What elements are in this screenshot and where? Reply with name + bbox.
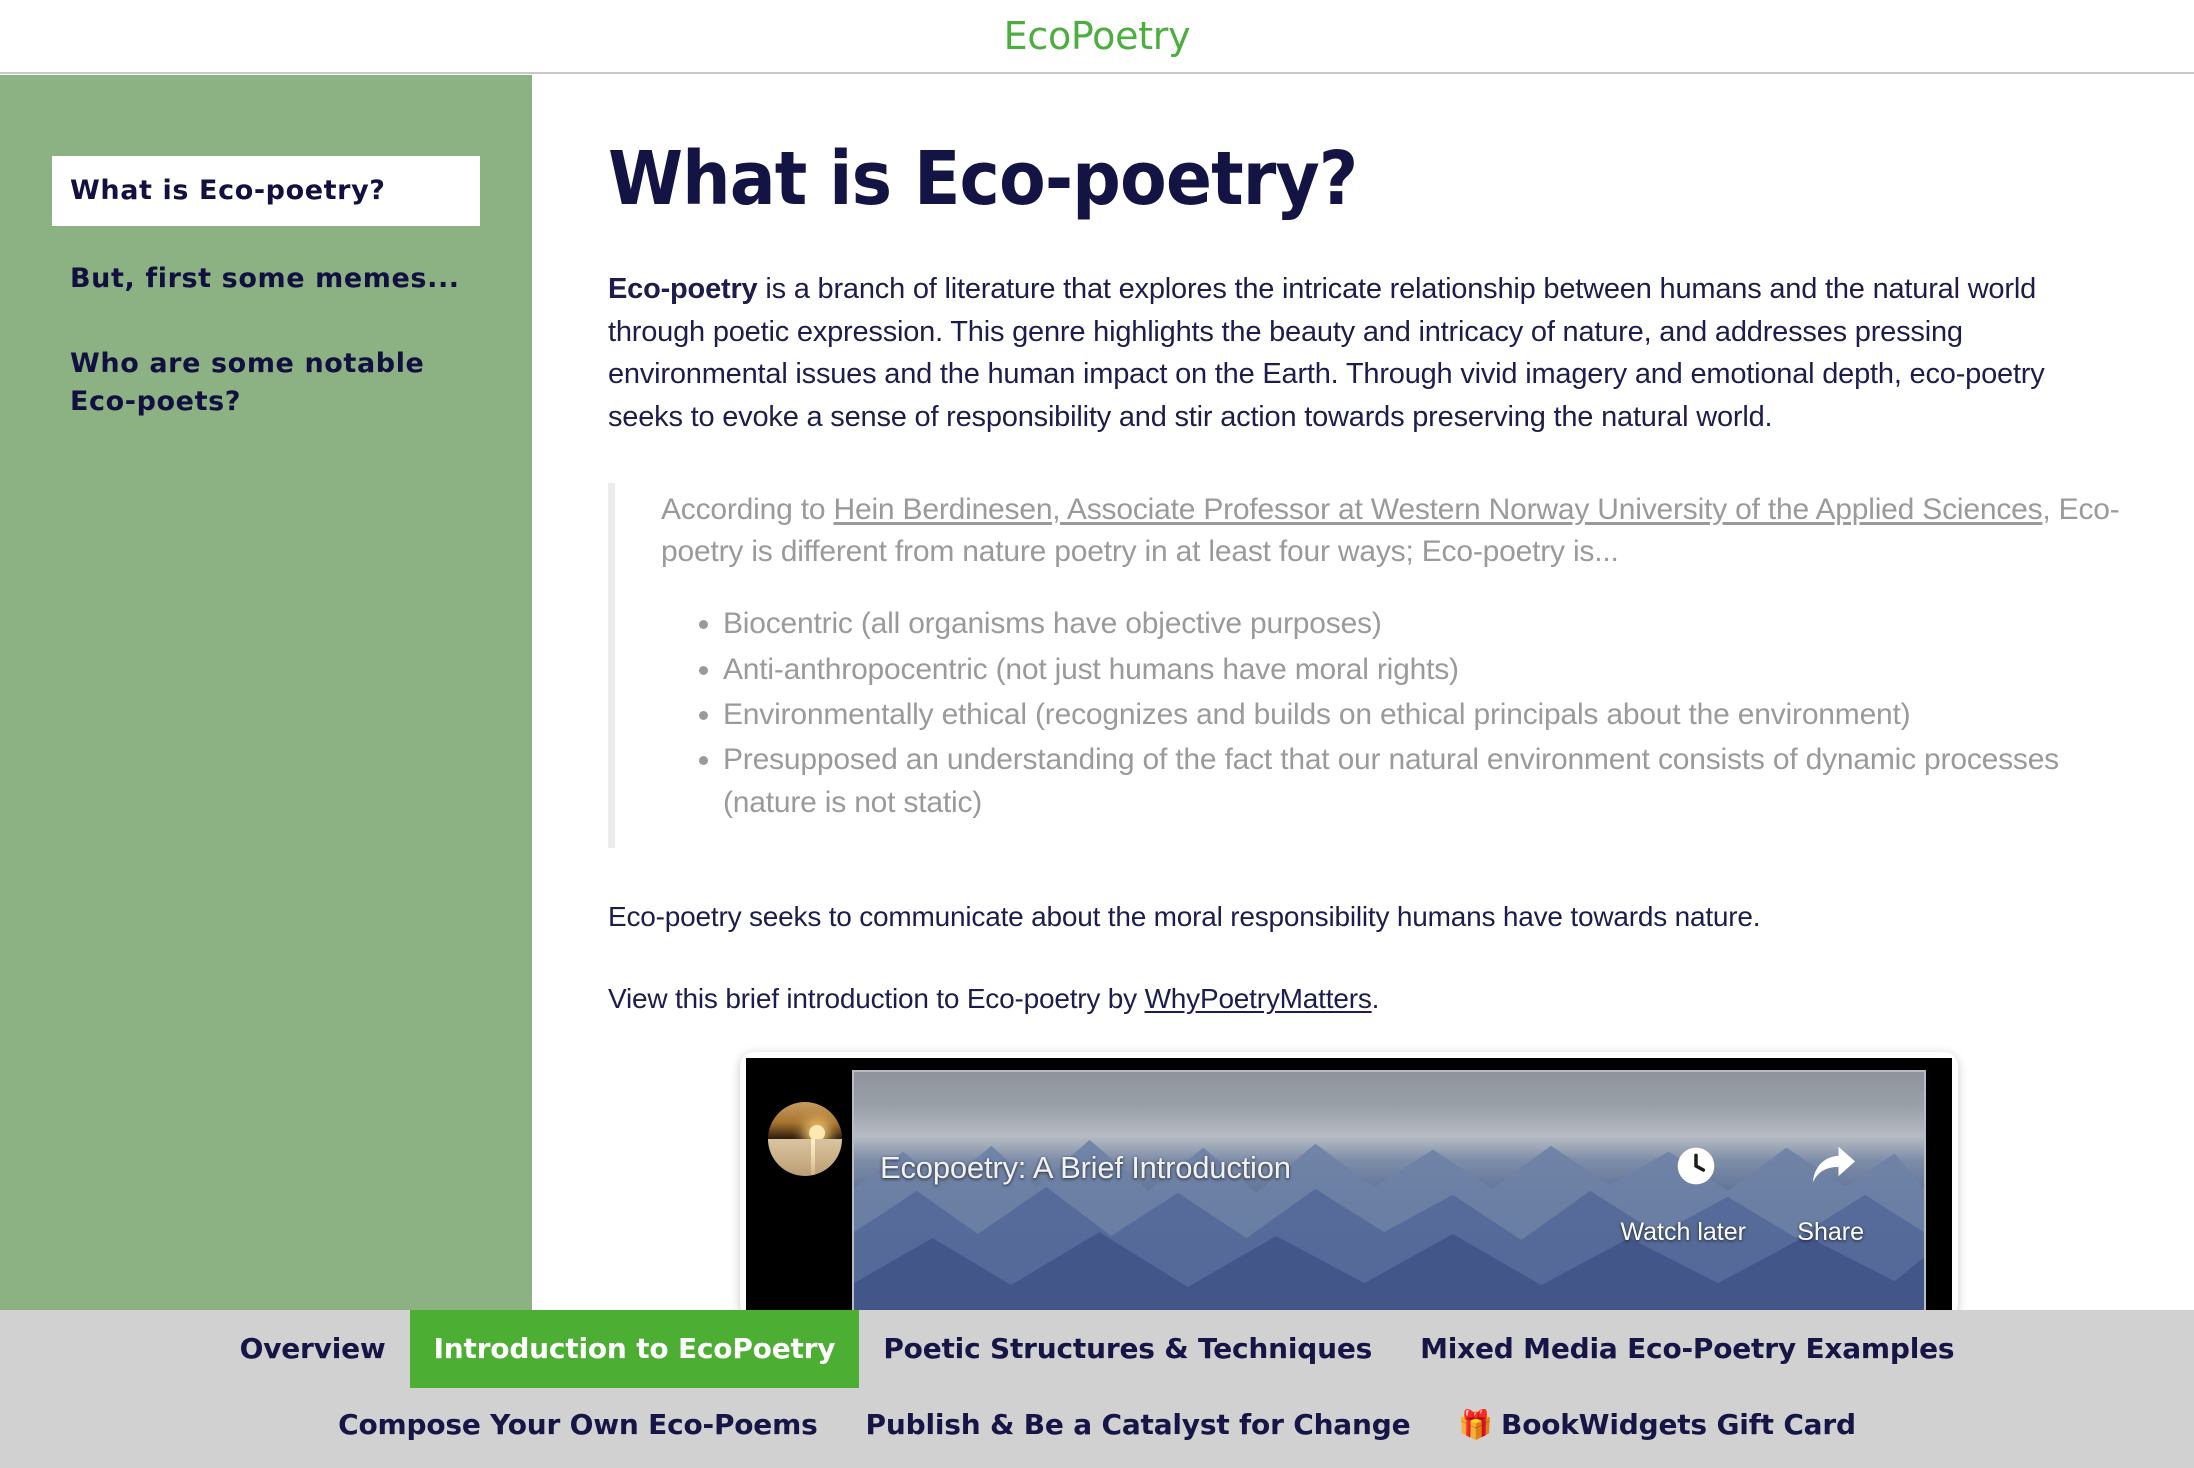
video-player[interactable]: Ecopoetry: A Brief Introduction Watch la…: [746, 1058, 1952, 1310]
list-item: Presupposed an understanding of the fact…: [723, 738, 2122, 824]
whypoetrymatters-link[interactable]: WhyPoetryMatters: [1145, 983, 1372, 1014]
sidebar-item-label: Who are some notable Eco-poets?: [70, 347, 425, 417]
sidebar-item-what-is-eco-poetry[interactable]: What is Eco-poetry?: [52, 156, 480, 227]
blockquote-berdinesen: According to Hein Berdinesen, Associate …: [608, 482, 2122, 849]
intro-paragraph: Eco-poetry is a branch of literature tha…: [608, 268, 2122, 439]
video-title: Ecopoetry: A Brief Introduction: [880, 1150, 1291, 1186]
quote-paragraph: According to Hein Berdinesen, Associate …: [661, 489, 2122, 575]
tab-row-primary: Overview Introduction to EcoPoetry Poeti…: [0, 1310, 2194, 1388]
intro-lead-term: Eco-poetry: [608, 273, 758, 306]
tab-mixed-media-examples[interactable]: Mixed Media Eco-Poetry Examples: [1396, 1310, 1978, 1388]
app-title: EcoPoetry: [1003, 14, 1191, 58]
app-header: EcoPoetry: [0, 0, 2194, 74]
quote-source-link[interactable]: Hein Berdinesen, Associate Professor at …: [834, 493, 2043, 526]
avatar-sun-reflection: [810, 1139, 815, 1177]
tab-poetic-structures-techniques[interactable]: Poetic Structures & Techniques: [859, 1310, 1396, 1388]
list-item: Anti-anthropocentric (not just humans ha…: [723, 648, 2122, 691]
list-item: Biocentric (all organisms have objective…: [723, 602, 2122, 645]
video-intro-suffix: .: [1371, 983, 1380, 1015]
gift-icon: 🎁: [1458, 1408, 1494, 1441]
page-title: What is Eco-poetry?: [608, 136, 1358, 222]
quote-bullet-list: Biocentric (all organisms have objective…: [661, 602, 2122, 824]
tab-overview[interactable]: Overview: [216, 1310, 410, 1388]
avatar-sky: [768, 1102, 842, 1140]
tab-introduction-to-ecopoetry[interactable]: Introduction to EcoPoetry: [409, 1310, 860, 1388]
sidebar-item-label: But, first some memes...: [70, 263, 460, 295]
watch-later-label[interactable]: Watch later: [1620, 1218, 1746, 1247]
closing-paragraph: Eco-poetry seeks to communicate about th…: [608, 901, 1761, 933]
sidebar-item-label: What is Eco-poetry?: [70, 175, 386, 206]
sidebar-item-memes[interactable]: But, first some memes...: [52, 244, 480, 314]
tab-publish-be-a-catalyst[interactable]: Publish & Be a Catalyst for Change: [842, 1388, 1435, 1462]
channel-avatar-icon: [768, 1102, 842, 1177]
watch-later-clock-icon[interactable]: [1674, 1144, 1718, 1188]
video-thumbnail: Ecopoetry: A Brief Introduction Watch la…: [852, 1070, 1926, 1310]
tab-compose-your-own-eco-poems[interactable]: Compose Your Own Eco-Poems: [314, 1388, 841, 1462]
tab-row-secondary: Compose Your Own Eco-Poems Publish & Be …: [0, 1388, 2194, 1462]
tab-bookwidgets-gift-card-label: BookWidgets Gift Card: [1501, 1408, 1856, 1441]
bottom-tab-bar: Overview Introduction to EcoPoetry Poeti…: [0, 1310, 2194, 1468]
share-arrow-icon[interactable]: [1808, 1144, 1858, 1188]
quote-prefix: According to: [661, 492, 834, 526]
list-item: Environmentally ethical (recognizes and …: [723, 693, 2122, 736]
avatar-sun: [809, 1124, 826, 1141]
tab-bookwidgets-gift-card[interactable]: 🎁 BookWidgets Gift Card: [1434, 1388, 1879, 1462]
main-content: What is Eco-poetry? Eco-poetry is a bran…: [532, 75, 2194, 1310]
avatar-water: [768, 1139, 842, 1177]
share-label[interactable]: Share: [1797, 1218, 1864, 1247]
youtube-embed-card[interactable]: Ecopoetry: A Brief Introduction Watch la…: [740, 1052, 1958, 1310]
video-intro-paragraph: View this brief introduction to Eco-poet…: [608, 978, 2122, 1020]
sidebar-item-notable-eco-poets[interactable]: Who are some notable Eco-poets?: [52, 329, 480, 438]
sidebar: What is Eco-poetry? But, first some meme…: [0, 75, 532, 1310]
intro-body: is a branch of literature that explores …: [608, 273, 2045, 433]
video-intro-prefix: View this brief introduction to Eco-poet…: [608, 983, 1145, 1015]
